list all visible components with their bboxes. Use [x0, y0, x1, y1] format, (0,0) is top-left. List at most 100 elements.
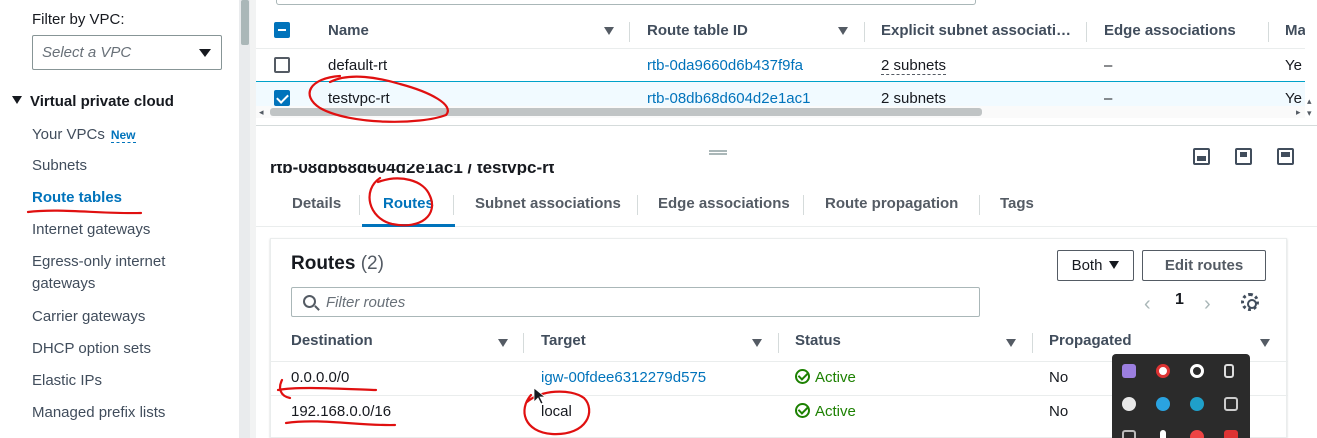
sidebar-item-internet-gateways[interactable]: Internet gateways: [32, 219, 232, 241]
caret-down-icon: [1109, 261, 1120, 269]
column-header-propagated[interactable]: Propagated: [1049, 332, 1270, 356]
edit-routes-button[interactable]: Edit routes: [1142, 250, 1266, 281]
route-tables-table: Name Route table ID Explicit subnet asso…: [256, 0, 1317, 125]
column-header-edge-associations[interactable]: Edge associations: [1104, 14, 1236, 48]
panel-side-icon[interactable]: [1235, 148, 1252, 165]
vpc-select-placeholder: Select a VPC: [42, 44, 132, 61]
route-destination: 0.0.0.0/0: [291, 369, 350, 386]
sidebar-item-egress-only-internet-gateways[interactable]: Egress-only internet gateways: [32, 251, 192, 295]
route-filter-select[interactable]: Both: [1057, 250, 1134, 281]
sidebar-item-subnets[interactable]: Subnets: [32, 155, 232, 177]
horizontal-scrollbar[interactable]: ◂ ▸: [256, 106, 1317, 118]
sort-icon[interactable]: [838, 27, 848, 35]
app-icon[interactable]: [1122, 397, 1136, 411]
resize-handle-icon[interactable]: [709, 150, 727, 155]
column-header-destination[interactable]: Destination: [291, 332, 508, 356]
tab-divider: [803, 195, 804, 215]
tab-subnet-associations[interactable]: Subnet associations: [475, 193, 621, 227]
row-checkbox[interactable]: [274, 57, 290, 73]
column-header-name[interactable]: Name: [328, 14, 614, 48]
column-header-label: Status: [795, 332, 841, 349]
route-propagated: No: [1049, 369, 1069, 386]
app-icon[interactable]: [1122, 430, 1136, 438]
scroll-right-icon[interactable]: ▸: [1296, 107, 1301, 118]
scroll-left-icon[interactable]: ◂: [259, 107, 264, 118]
filter-by-vpc-label: Filter by VPC:: [32, 11, 125, 28]
tab-divider: [637, 195, 638, 215]
chevron-left-icon[interactable]: ‹: [1144, 293, 1151, 316]
section-virtual-private-cloud[interactable]: Virtual private cloud: [12, 93, 174, 110]
column-divider: [523, 333, 524, 353]
route-table-id-link[interactable]: rtb-0da9660d6b437f9fa: [647, 49, 803, 82]
route-table-name: default-rt: [328, 57, 388, 74]
sidebar-item-carrier-gateways[interactable]: Carrier gateways: [32, 306, 232, 328]
subnet-associations-text: 2 subnets: [881, 57, 947, 75]
page-number[interactable]: 1: [1175, 291, 1184, 309]
column-divider: [1268, 22, 1269, 42]
sidebar-item-elastic-ips[interactable]: Elastic IPs: [32, 370, 232, 392]
filter-routes-input[interactable]: Filter routes: [291, 287, 980, 317]
sidebar-item-managed-prefix-lists[interactable]: Managed prefix lists: [32, 402, 232, 424]
routes-count: (2): [360, 253, 384, 274]
settings-gear-icon[interactable]: [1241, 293, 1259, 311]
sidebar-item-your-vpcs[interactable]: Your VPCs New: [32, 124, 232, 146]
column-header-target[interactable]: Target: [541, 332, 762, 356]
route-target: local: [541, 403, 572, 420]
window-icon[interactable]: [1224, 397, 1238, 411]
status-ok-icon: [795, 369, 810, 384]
column-header-label: Name: [328, 22, 369, 39]
pen-icon[interactable]: [1122, 364, 1136, 378]
tab-tags[interactable]: Tags: [1000, 193, 1034, 227]
column-header-route-table-id[interactable]: Route table ID: [647, 14, 848, 48]
route-status: Active: [795, 362, 856, 394]
panel-bottom-icon[interactable]: [1193, 148, 1210, 165]
subnet-associations[interactable]: 2 subnets: [881, 49, 947, 82]
search-box-edge: [276, 0, 976, 5]
tab-details[interactable]: Details: [292, 193, 341, 227]
tab-route-propagation[interactable]: Route propagation: [825, 193, 958, 227]
route-status: Active: [795, 396, 856, 428]
table-row[interactable]: default-rt rtb-0da9660d6b437f9fa 2 subne…: [256, 48, 1317, 81]
usb-icon[interactable]: [1224, 364, 1234, 378]
panel-full-icon[interactable]: [1277, 148, 1294, 165]
scrollbar-thumb[interactable]: [241, 0, 249, 45]
caret-down-icon: [199, 49, 211, 57]
sort-icon[interactable]: [498, 339, 508, 347]
scroll-up-icon[interactable]: ▴: [1307, 96, 1312, 107]
column-header-explicit-subnet[interactable]: Explicit subnet associati…: [881, 14, 1071, 48]
app-icon[interactable]: [1160, 430, 1166, 438]
column-header-label: Propagated: [1049, 332, 1132, 349]
sort-icon[interactable]: [752, 339, 762, 347]
column-header-main[interactable]: Ma: [1285, 14, 1306, 48]
app-icon[interactable]: [1156, 364, 1170, 378]
tab-edge-associations[interactable]: Edge associations: [658, 193, 790, 227]
sidebar-scrollbar[interactable]: [240, 0, 250, 438]
column-header-label: Route table ID: [647, 22, 748, 39]
route-status-text: Active: [815, 403, 856, 420]
row-checkbox[interactable]: [274, 90, 290, 106]
scrollbar-thumb[interactable]: [270, 108, 982, 116]
vpc-select[interactable]: Select a VPC: [32, 35, 222, 70]
telegram-icon[interactable]: [1156, 397, 1170, 411]
edge-browser-icon[interactable]: [1190, 397, 1204, 411]
column-header-label: Target: [541, 332, 586, 349]
vertical-scrollbar[interactable]: ▴ ▾: [1305, 0, 1317, 125]
scroll-down-icon[interactable]: ▾: [1307, 108, 1312, 119]
route-target-link[interactable]: igw-00fdee6312279d575: [541, 362, 706, 394]
new-badge: New: [110, 128, 136, 143]
tab-routes[interactable]: Routes: [362, 193, 455, 227]
chrome-icon[interactable]: [1190, 430, 1204, 438]
tab-divider: [359, 195, 360, 215]
app-icon[interactable]: [1224, 430, 1238, 438]
column-header-status[interactable]: Status: [795, 332, 1016, 356]
sort-icon[interactable]: [1260, 339, 1270, 347]
sidebar-item-route-tables[interactable]: Route tables: [32, 187, 232, 209]
sort-icon[interactable]: [1006, 339, 1016, 347]
sidebar-item-dhcp-option-sets[interactable]: DHCP option sets: [32, 338, 232, 360]
route-filter-value: Both: [1071, 257, 1103, 274]
filter-routes-placeholder: Filter routes: [326, 294, 406, 311]
chevron-right-icon[interactable]: ›: [1204, 293, 1211, 316]
select-all-checkbox[interactable]: [274, 22, 290, 38]
record-icon[interactable]: [1190, 364, 1204, 378]
sort-icon[interactable]: [604, 27, 614, 35]
